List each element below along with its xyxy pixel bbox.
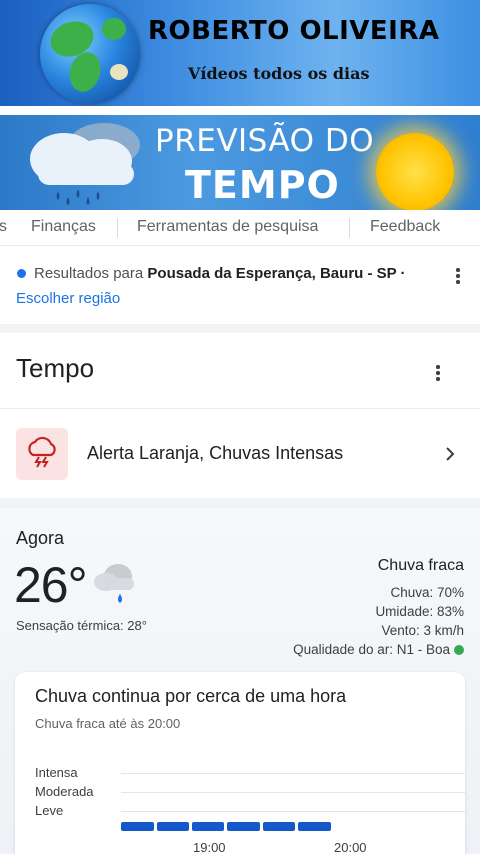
location-prefix: Resultados para bbox=[34, 265, 148, 282]
rain-bar bbox=[121, 822, 154, 831]
rain-bar bbox=[263, 822, 295, 831]
rain-probability: Chuva: 70% bbox=[390, 585, 464, 600]
level-leve: Leve bbox=[35, 803, 64, 818]
level-intensa: Intensa bbox=[35, 765, 78, 780]
banner-line-1: PREVISÃO DO bbox=[155, 123, 375, 159]
location-bar: Resultados para Pousada da Esperança, Ba… bbox=[0, 256, 480, 324]
storm-alert-icon bbox=[16, 428, 68, 480]
channel-title: ROBERTO OLIVEIRA bbox=[148, 16, 440, 46]
rain-bar bbox=[298, 822, 331, 831]
air-quality-dot bbox=[454, 645, 464, 655]
weather-alert[interactable]: Alerta Laranja, Chuvas Intensas bbox=[0, 410, 480, 498]
light-rain-icon bbox=[94, 564, 134, 603]
weather-header: Tempo bbox=[0, 333, 480, 409]
tab-ferramentas[interactable]: Ferramentas de pesquisa bbox=[137, 210, 318, 246]
now-label: Agora bbox=[16, 528, 65, 548]
tab-feedback[interactable]: Feedback bbox=[370, 210, 440, 246]
rain-forecast-card[interactable]: Chuva continua por cerca de uma hora Chu… bbox=[15, 672, 465, 854]
channel-subtitle: Vídeos todos os dias bbox=[188, 64, 370, 83]
rain-card-subtitle: Chuva fraca até às 20:00 bbox=[35, 716, 181, 731]
air-quality-text: Qualidade do ar: N1 - Boa bbox=[293, 642, 450, 657]
wind: Vento: 3 km/h bbox=[381, 623, 464, 638]
alert-label: Alerta Laranja, Chuvas Intensas bbox=[87, 443, 344, 463]
location-text: Resultados para Pousada da Esperança, Ba… bbox=[34, 265, 434, 282]
time-label-2000: 20:00 bbox=[334, 840, 367, 854]
chevron-right-icon bbox=[446, 447, 455, 461]
level-moderada: Moderada bbox=[35, 784, 94, 799]
channel-banner: ROBERTO OLIVEIRA Vídeos todos os dias bbox=[0, 0, 480, 106]
rain-cloud-icon bbox=[30, 123, 140, 205]
location-place: Pousada da Esperança, Bauru - SP · bbox=[147, 265, 406, 282]
rain-card-title: Chuva continua por cerca de uma hora bbox=[35, 686, 347, 706]
weather-banner: PREVISÃO DO TEMPO bbox=[0, 115, 480, 210]
change-region-link[interactable]: Escolher região bbox=[16, 290, 120, 307]
feels-like: Sensação térmica: 28° bbox=[16, 618, 147, 633]
condition-text: Chuva fraca bbox=[377, 557, 464, 574]
search-tabs: s Finanças Ferramentas de pesquisa Feedb… bbox=[0, 210, 480, 246]
humidity: Umidade: 83% bbox=[375, 604, 464, 619]
air-quality[interactable]: Qualidade do ar: N1 - Boa bbox=[293, 642, 464, 657]
time-label-1900: 19:00 bbox=[193, 840, 226, 854]
current-weather: Agora 26° Sensação térmica: 28° Chuva fr… bbox=[0, 508, 480, 854]
location-dot-icon bbox=[17, 269, 26, 278]
tab-partial[interactable]: s bbox=[0, 210, 7, 246]
weather-heading: Tempo bbox=[16, 353, 95, 383]
rain-bar bbox=[157, 822, 189, 831]
rain-bar bbox=[227, 822, 260, 831]
location-more-icon[interactable] bbox=[450, 266, 466, 286]
rain-bar bbox=[192, 822, 224, 831]
current-temperature: 26° bbox=[14, 557, 88, 613]
tab-financas[interactable]: Finanças bbox=[31, 210, 96, 246]
banner-line-2: TEMPO bbox=[185, 163, 340, 207]
screen: ROBERTO OLIVEIRA Vídeos todos os dias PR… bbox=[0, 0, 480, 854]
globe-icon bbox=[40, 4, 140, 104]
weather-more-icon[interactable] bbox=[430, 363, 446, 383]
sun-icon bbox=[376, 133, 454, 210]
